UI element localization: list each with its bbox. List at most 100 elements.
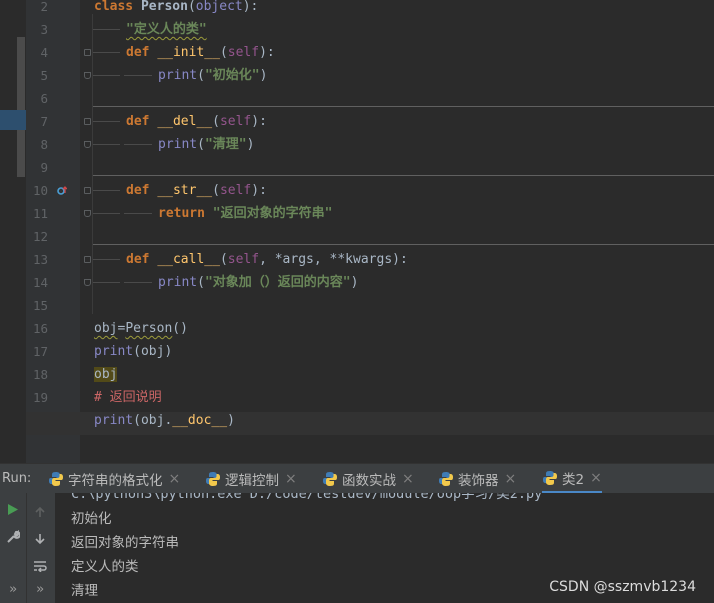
python-file-icon [439,472,453,486]
code-token: "清理" [204,137,247,152]
strip-marker [17,37,25,177]
code-token: object [195,0,243,14]
run-tab[interactable]: 字符串的格式化 × [48,464,180,494]
python-file-icon [206,472,220,486]
code-token: __doc__ [172,413,228,428]
code-token: print [158,68,198,83]
close-icon[interactable]: × [505,471,517,487]
code-line[interactable]: "定义人的类" [126,18,207,41]
line-number: 13 [32,252,48,267]
fold-marker-icon[interactable] [84,256,91,263]
run-tab-label: 函数实战 [342,473,396,489]
more-actions-icon-2[interactable]: » [30,579,50,599]
code-token: ( [212,114,220,129]
console-command-line: C:\python3\python.exe D:/code/testdev/mo… [71,493,543,502]
code-line[interactable]: print("初始化") [158,64,267,87]
code-line[interactable]: def __del__(self): [126,110,267,133]
run-label: Run: [2,471,32,486]
python-file-icon [49,472,63,486]
code-token: self [227,252,260,267]
fold-marker-icon[interactable] [84,141,91,148]
soft-wrap-icon[interactable] [30,556,50,576]
run-toolbar-second: » [27,493,55,603]
fold-marker-icon[interactable] [84,187,91,194]
code-token: ): [259,45,275,60]
code-token: ( [219,45,228,60]
code-token: self [219,183,252,198]
indent-guide [92,259,120,260]
code-token: def [126,114,158,129]
line-number: 15 [32,298,48,313]
down-arrow-icon[interactable] [30,529,50,549]
line-number: 16 [32,321,48,336]
fold-marker-icon[interactable] [84,49,91,56]
line-number: 4 [40,45,48,60]
code-line[interactable]: def __str__(self): [126,179,267,202]
close-icon[interactable]: × [402,471,414,487]
line-number-gutter: 234567891011121314151617181920 [26,0,80,463]
code-line[interactable]: print("对象加（）返回的内容") [158,271,358,294]
method-separator [92,175,714,176]
run-tab-label: 字符串的格式化 [68,473,163,489]
close-icon[interactable]: × [285,471,297,487]
code-token: return [158,206,213,221]
code-token: ) [246,137,255,152]
python-file-icon [543,470,557,485]
line-number: 18 [32,367,48,382]
code-token: ): [251,114,267,129]
line-number: 9 [40,160,48,175]
code-line[interactable]: def __call__(self, *args, **kwargs): [126,248,408,271]
code-line[interactable]: print(obj) [94,340,172,363]
code-line[interactable]: obj [94,363,118,386]
fold-marker-icon[interactable] [84,210,91,217]
code-token: ) [259,68,268,83]
line-number: 6 [40,91,48,106]
run-tab[interactable]: 逻辑控制 × [205,464,297,494]
code-line[interactable]: class Person(object): [94,0,258,18]
run-tab[interactable]: 函数实战 × [322,464,414,494]
console-output-line: 定义人的类 [71,559,139,575]
code-line[interactable]: def __init__(self): [126,41,275,64]
run-tab-label: 类2 [562,471,585,488]
code-token: class [94,0,141,14]
indent-guide-vertical [92,14,93,314]
fold-marker-icon[interactable] [84,279,91,286]
close-icon[interactable]: × [590,470,602,486]
code-line[interactable]: return "返回对象的字符串" [158,202,332,225]
code-token: **kwargs [329,252,393,267]
code-token: (obj. [133,413,173,428]
wrench-icon[interactable] [3,527,23,547]
code-token: ): [242,0,259,14]
fold-marker-icon[interactable] [84,72,91,79]
code-line[interactable]: # 返回说明 [94,386,162,409]
line-number: 8 [40,137,48,152]
code-line[interactable]: print("清理") [158,133,254,156]
code-token: print [158,275,198,290]
code-token: ( [197,137,205,152]
up-arrow-icon[interactable] [30,502,50,522]
line-number: 11 [32,206,48,221]
code-token: "返回对象的字符串" [212,206,333,221]
run-tab[interactable]: 装饰器 × [438,464,516,494]
indent-guide [124,144,152,145]
code-token: Person [125,321,173,336]
code-line[interactable]: obj=Person() [94,317,188,340]
code-token: ( [187,0,196,14]
code-token: ) [350,275,359,290]
rerun-icon[interactable] [3,499,23,519]
more-actions-icon[interactable]: » [3,579,23,599]
run-tab[interactable]: 类2 × [542,464,602,494]
run-tool-window-header: Run: 字符串的格式化 × 逻辑控制 × 函数实战 × 装饰器 × 类2 × [0,463,714,494]
indent-guide [92,144,120,145]
code-editor[interactable]: 234567891011121314151617181920 class Per… [0,0,714,463]
close-icon[interactable]: × [169,471,181,487]
code-token: ( [212,183,220,198]
fold-marker-icon[interactable] [84,118,91,125]
override-method-icon[interactable] [57,186,67,196]
console-output-line: 清理 [71,583,98,599]
code-token: __del__ [157,114,213,129]
code-line[interactable]: print(obj.__doc__) [94,409,235,432]
indent-guide [92,213,120,214]
code-token: def [126,45,158,60]
indent-guide [124,75,152,76]
